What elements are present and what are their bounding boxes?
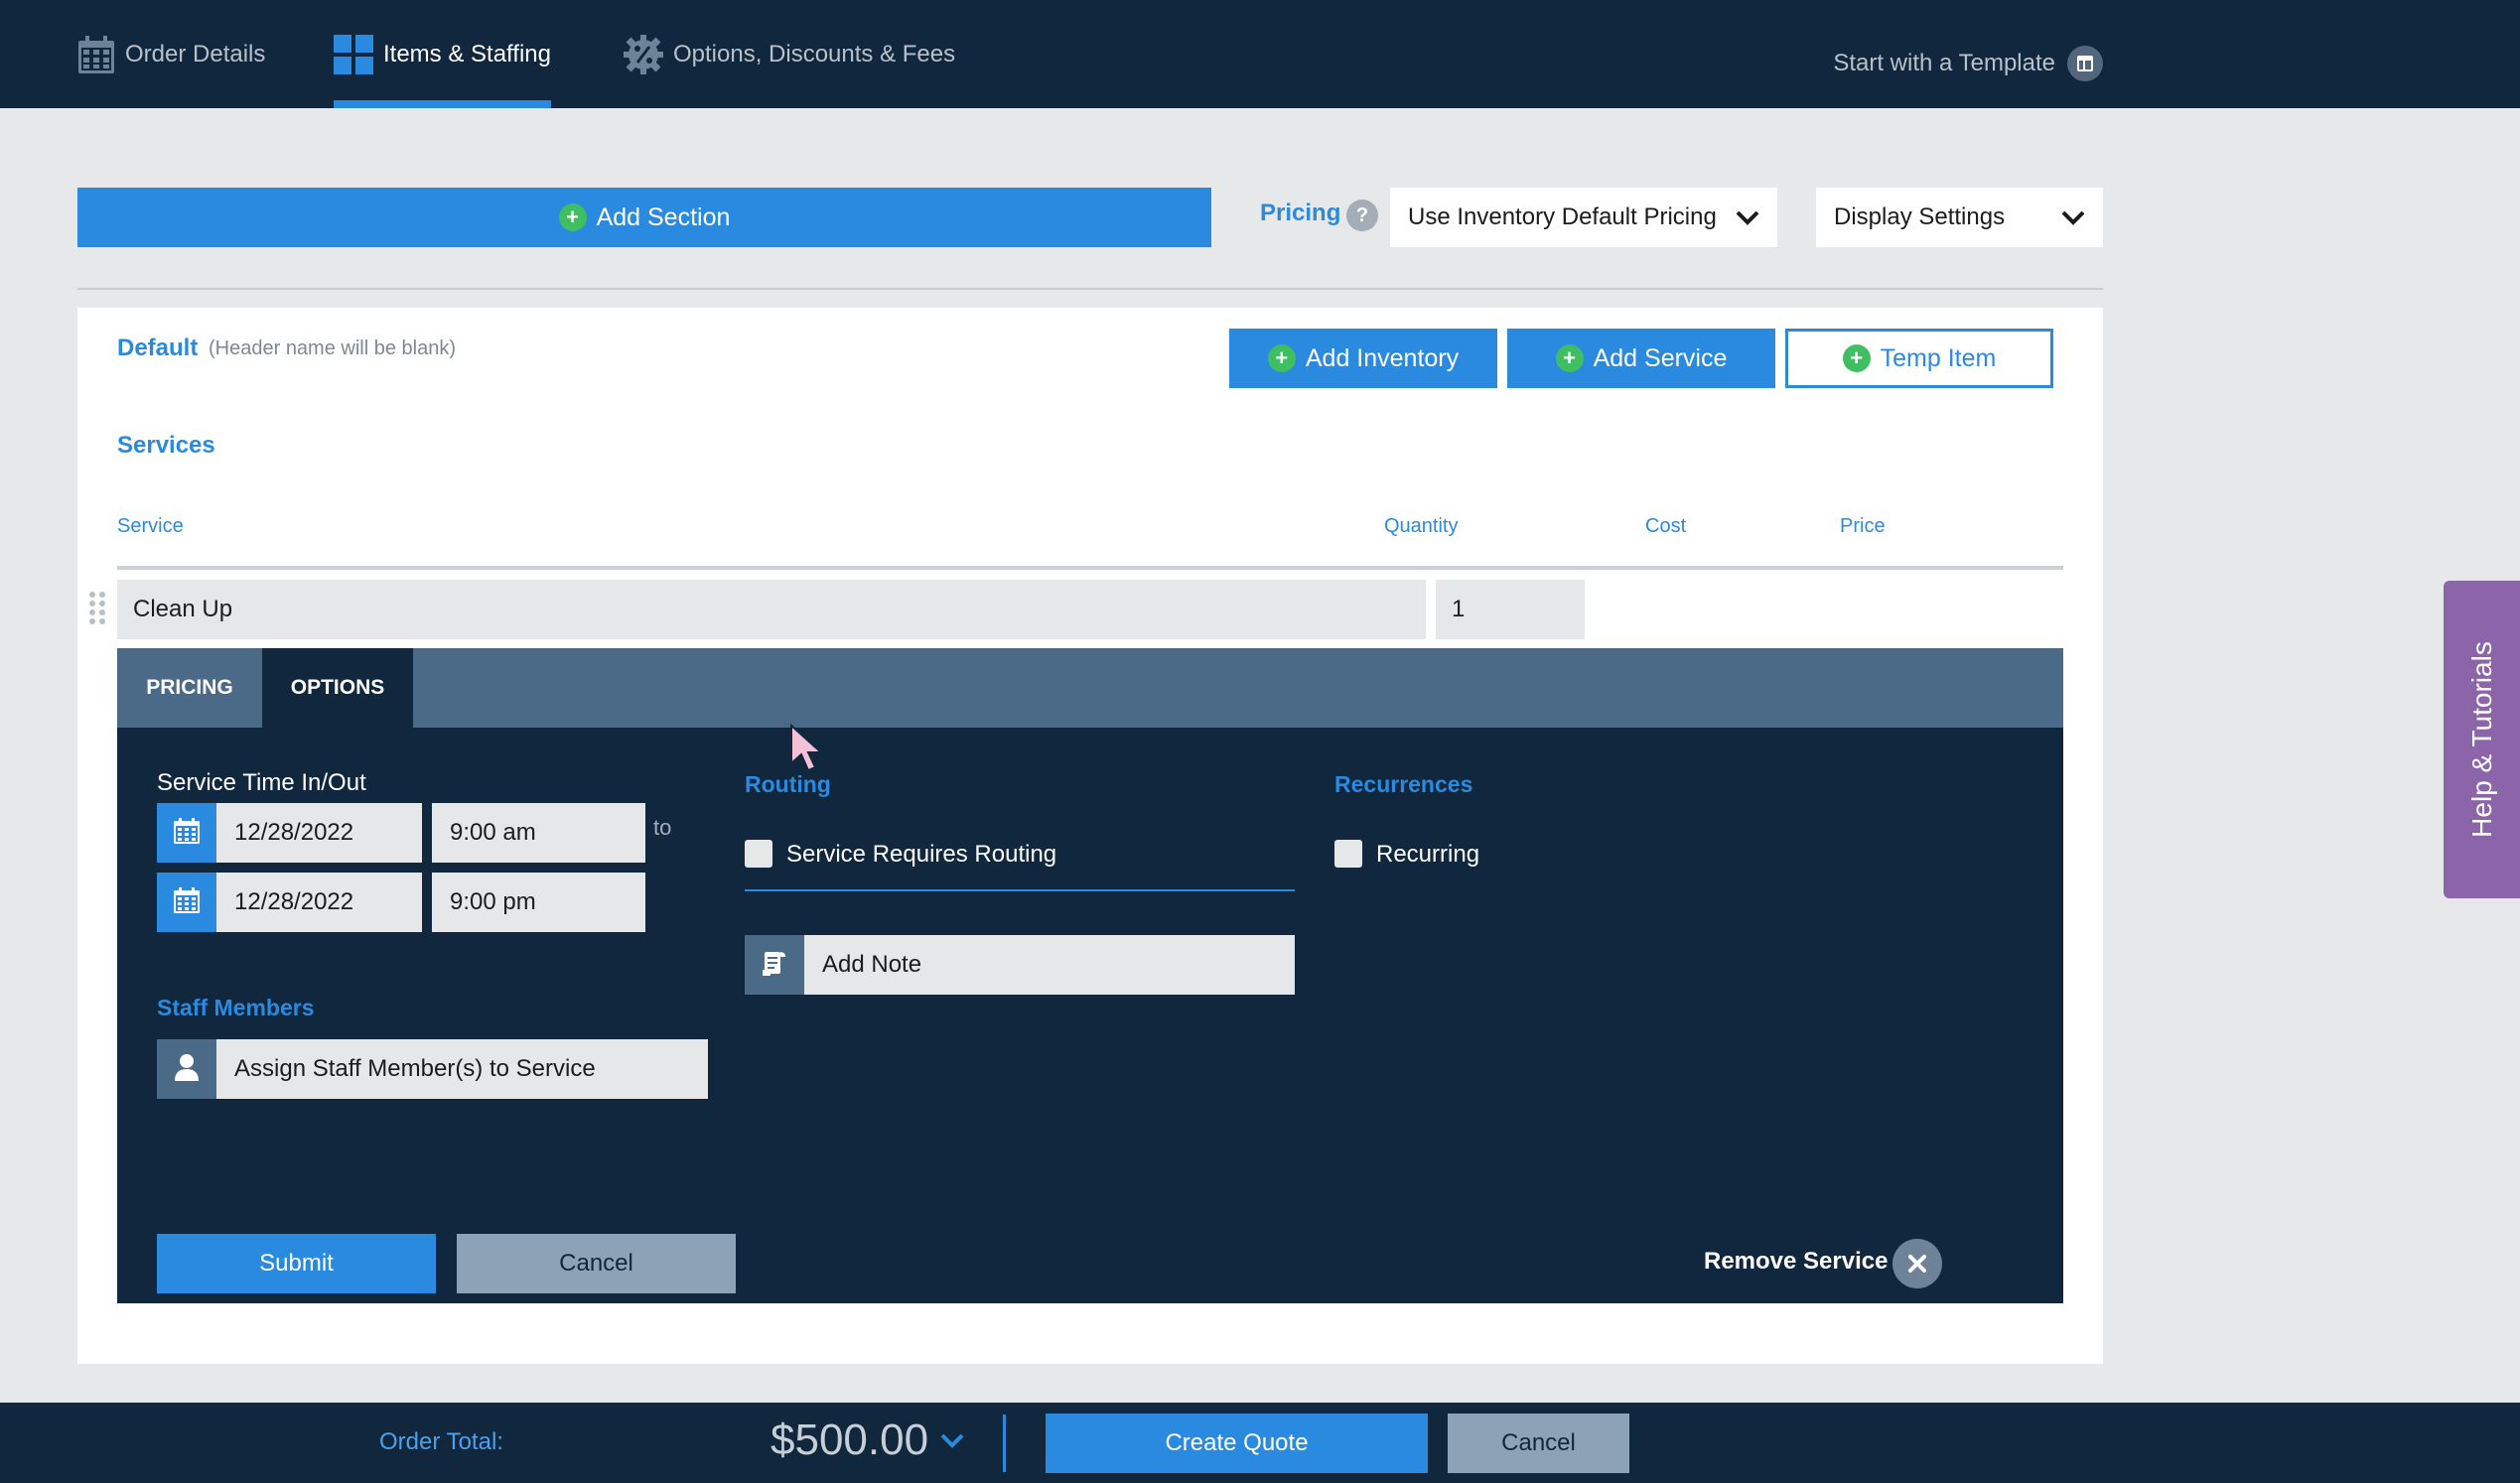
chevron-down-icon[interactable] <box>939 1429 965 1456</box>
create-quote-button[interactable]: Create Quote <box>1046 1414 1428 1473</box>
tab-label: Items & Staffing <box>383 40 551 67</box>
table-header-rule <box>117 566 2063 570</box>
start-with-template-link[interactable]: Start with a Template <box>1833 0 2103 127</box>
submit-button[interactable]: Submit <box>157 1234 436 1293</box>
plus-circle-icon: + <box>1267 344 1296 372</box>
start-time-input[interactable]: 9:00 am <box>432 803 645 863</box>
add-section-button[interactable]: + Add Section <box>77 188 1211 247</box>
section-card: Default (Header name will be blank) + Ad… <box>77 308 2103 1364</box>
service-options-panel: Service Time In/Out 12/28/2022 9:00 am t… <box>117 728 2063 1303</box>
pricing-select-value: Use Inventory Default Pricing <box>1408 203 1717 230</box>
template-label: Start with a Template <box>1833 50 2055 76</box>
column-header-cost: Cost <box>1645 515 1687 537</box>
temp-item-button[interactable]: + Temp Item <box>1785 329 2053 388</box>
question-icon[interactable]: ? <box>1346 200 1378 231</box>
service-requires-routing-label: Service Requires Routing <box>786 841 1057 868</box>
footer-cancel-button[interactable]: Cancel <box>1448 1414 1629 1473</box>
pricing-label: Pricing <box>1260 200 1341 226</box>
calendar-icon <box>173 886 201 919</box>
remove-service-close-icon[interactable] <box>1892 1239 1942 1288</box>
recurrences-heading: Recurrences <box>1334 771 1473 797</box>
add-section-label: Add Section <box>596 202 731 231</box>
add-note-field[interactable]: Add Note <box>804 935 1295 995</box>
order-total-value[interactable]: $500.00 <box>770 1416 928 1465</box>
help-tutorials-tab[interactable]: Help & Tutorials <box>2444 581 2520 898</box>
remove-service-label[interactable]: Remove Service <box>1704 1248 1888 1276</box>
add-inventory-label: Add Inventory <box>1305 343 1460 372</box>
start-date-input[interactable]: 12/28/2022 <box>216 803 422 863</box>
recurring-label: Recurring <box>1376 841 1480 868</box>
grid-icon <box>334 34 373 74</box>
staff-members-heading: Staff Members <box>157 995 315 1020</box>
start-date-calendar-button[interactable] <box>157 803 216 863</box>
add-note-icon-button[interactable] <box>745 935 804 995</box>
top-navigation: Order Details Items & Staffing Options, … <box>0 0 2520 108</box>
service-requires-routing-checkbox[interactable] <box>745 840 772 868</box>
temp-item-label: Temp Item <box>1880 343 1997 372</box>
order-total-label: Order Total: <box>379 1428 503 1455</box>
service-time-label: Service Time In/Out <box>157 769 366 796</box>
end-date-calendar-button[interactable] <box>157 873 216 932</box>
chevron-down-icon <box>1736 206 1759 235</box>
tab-options-discounts-fees[interactable]: Options, Discounts & Fees <box>624 0 955 108</box>
pricing-select[interactable]: Use Inventory Default Pricing <box>1390 188 1777 247</box>
note-icon <box>762 948 787 983</box>
quantity-input[interactable]: 1 <box>1436 580 1585 639</box>
end-date-input[interactable]: 12/28/2022 <box>216 873 422 932</box>
add-inventory-button[interactable]: + Add Inventory <box>1229 329 1497 388</box>
plus-circle-icon: + <box>558 203 587 231</box>
recurring-checkbox[interactable] <box>1334 840 1362 868</box>
add-service-button[interactable]: + Add Service <box>1507 329 1775 388</box>
end-time-input[interactable]: 9:00 pm <box>432 873 645 932</box>
tab-label: Options, Discounts & Fees <box>673 40 956 67</box>
to-label: to <box>653 815 672 840</box>
service-name-input[interactable]: Clean Up <box>117 580 1426 639</box>
plus-circle-icon: + <box>1555 344 1584 372</box>
calendar-icon <box>173 817 201 850</box>
footer-divider <box>1003 1415 1006 1472</box>
calendar-icon <box>77 35 115 74</box>
column-header-quantity: Quantity <box>1384 515 1459 537</box>
template-icon <box>2067 46 2103 81</box>
mouse-cursor-icon <box>789 723 825 778</box>
assign-staff-button[interactable] <box>157 1039 216 1099</box>
tab-label: Order Details <box>125 40 266 67</box>
tab-options[interactable]: OPTIONS <box>262 648 413 728</box>
column-header-service: Service <box>117 515 184 537</box>
display-settings-dropdown[interactable]: Display Settings <box>1816 188 2103 247</box>
chevron-down-icon <box>2061 206 2085 235</box>
service-panel-tabs: PRICING OPTIONS <box>117 648 2063 728</box>
routing-divider <box>745 889 1295 891</box>
display-settings-label: Display Settings <box>1834 203 2006 230</box>
section-note: (Header name will be blank) <box>209 337 457 359</box>
tab-items-staffing[interactable]: Items & Staffing <box>334 0 551 108</box>
add-service-label: Add Service <box>1593 343 1728 372</box>
tab-pricing[interactable]: PRICING <box>117 648 262 728</box>
drag-handle-icon[interactable] <box>87 591 107 631</box>
percent-gear-icon <box>624 34 663 74</box>
help-tutorials-label: Help & Tutorials <box>2465 641 2497 838</box>
column-header-price: Price <box>1840 515 1886 537</box>
plus-circle-icon: + <box>1842 344 1871 372</box>
assign-staff-field[interactable]: Assign Staff Member(s) to Service <box>216 1039 708 1099</box>
user-icon <box>174 1053 200 1086</box>
tab-order-details[interactable]: Order Details <box>77 0 265 108</box>
cancel-button[interactable]: Cancel <box>457 1234 736 1293</box>
divider <box>77 288 2103 290</box>
order-footer: Order Total: $500.00 Create Quote Cancel <box>0 1403 2520 1483</box>
section-title[interactable]: Default <box>117 335 198 362</box>
services-heading: Services <box>117 432 215 459</box>
